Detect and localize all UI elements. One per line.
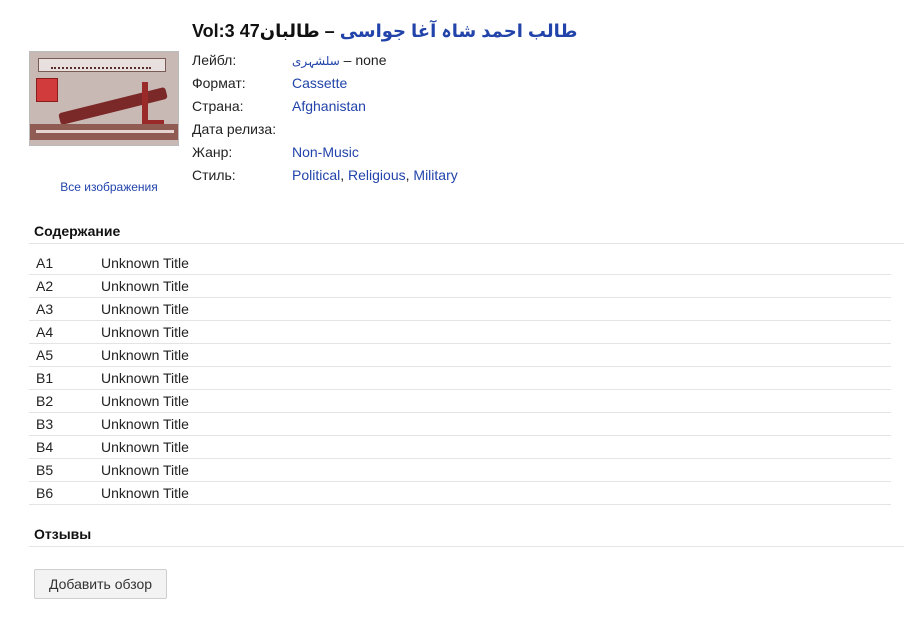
track-title: Unknown Title (101, 462, 189, 478)
style-sep: , (340, 166, 349, 183)
artist-link[interactable]: طالب احمد شاہ آغا جواسی (340, 21, 578, 41)
info-key: Стиль: (192, 166, 236, 183)
track-position: B6 (36, 485, 54, 501)
title-separator: – (319, 21, 340, 41)
info-key: Страна: (192, 97, 244, 114)
track-row: B5 Unknown Title (29, 459, 891, 482)
info-row-label: Лейбл: سلشہری – none (192, 48, 458, 71)
release-info-table: Лейбл: سلشہری – none Формат: Cassette Ст… (192, 48, 458, 186)
all-images-link[interactable]: Все изображения (29, 180, 189, 194)
track-position: A2 (36, 278, 54, 294)
style-link-political[interactable]: Political (292, 167, 340, 183)
track-position: B4 (36, 439, 54, 455)
track-row: B4 Unknown Title (29, 436, 891, 459)
track-title: Unknown Title (101, 416, 189, 432)
info-key: Формат: (192, 74, 246, 91)
format-link[interactable]: Cassette (292, 75, 347, 91)
track-title: Unknown Title (101, 255, 189, 271)
track-position: B1 (36, 370, 54, 386)
info-row-country: Страна: Afghanistan (192, 94, 458, 117)
genre-link[interactable]: Non-Music (292, 144, 359, 160)
track-position: A5 (36, 347, 54, 363)
track-position: A3 (36, 301, 54, 317)
track-position: B3 (36, 416, 54, 432)
track-position: A4 (36, 324, 54, 340)
track-row: B2 Unknown Title (29, 390, 891, 413)
track-title: Unknown Title (101, 393, 189, 409)
track-title: Unknown Title (101, 485, 189, 501)
label-link[interactable]: سلشہری (292, 54, 340, 68)
info-key: Жанр: (192, 143, 233, 160)
track-position: B5 (36, 462, 54, 478)
track-position: A1 (36, 255, 54, 271)
info-key: Лейбл: (192, 51, 237, 68)
release-cover-image[interactable] (29, 51, 179, 146)
release-title-text: طالبان47 Vol:3 (192, 21, 320, 41)
track-title: Unknown Title (101, 370, 189, 386)
track-row: B1 Unknown Title (29, 367, 891, 390)
info-value: سلشہری – none (292, 48, 458, 71)
track-row: A4 Unknown Title (29, 321, 891, 344)
track-row: B6 Unknown Title (29, 482, 891, 505)
tracklist: A1 Unknown Title A2 Unknown Title A3 Unknown … (29, 252, 891, 505)
style-values: Political, Religious, Military (292, 163, 458, 186)
cover-sticker (36, 78, 58, 102)
track-row: B3 Unknown Title (29, 413, 891, 436)
track-row: A5 Unknown Title (29, 344, 891, 367)
track-title: Unknown Title (101, 324, 189, 340)
info-row-genre: Жанр: Non-Music (192, 140, 458, 163)
track-title: Unknown Title (101, 278, 189, 294)
info-row-released: Дата релиза: (192, 117, 458, 140)
track-row: A2 Unknown Title (29, 275, 891, 298)
label-catalog: – none (339, 51, 387, 68)
track-title: Unknown Title (101, 301, 189, 317)
released-value (292, 117, 458, 140)
track-row: A1 Unknown Title (29, 252, 891, 275)
info-row-format: Формат: Cassette (192, 71, 458, 94)
cover-mark-graphic (142, 82, 164, 126)
track-title: Unknown Title (101, 439, 189, 455)
info-key: Дата релиза: (192, 120, 277, 137)
track-title: Unknown Title (101, 347, 189, 363)
track-row: A3 Unknown Title (29, 298, 891, 321)
country-link[interactable]: Afghanistan (292, 98, 366, 114)
info-row-style: Стиль: Political, Religious, Military (192, 163, 458, 186)
tracklist-heading: Содержание (29, 220, 904, 244)
style-link-religious[interactable]: Religious (348, 167, 406, 183)
reviews-heading: Отзывы (29, 523, 904, 547)
style-link-military[interactable]: Military (413, 167, 457, 183)
add-review-button[interactable]: Добавить обзор (34, 569, 167, 599)
track-position: B2 (36, 393, 54, 409)
cover-banner (38, 58, 166, 72)
release-title: طالبان47 Vol:3 – طالب احمد شاہ آغا جواسی (192, 21, 577, 42)
cover-text-strip (30, 124, 178, 140)
